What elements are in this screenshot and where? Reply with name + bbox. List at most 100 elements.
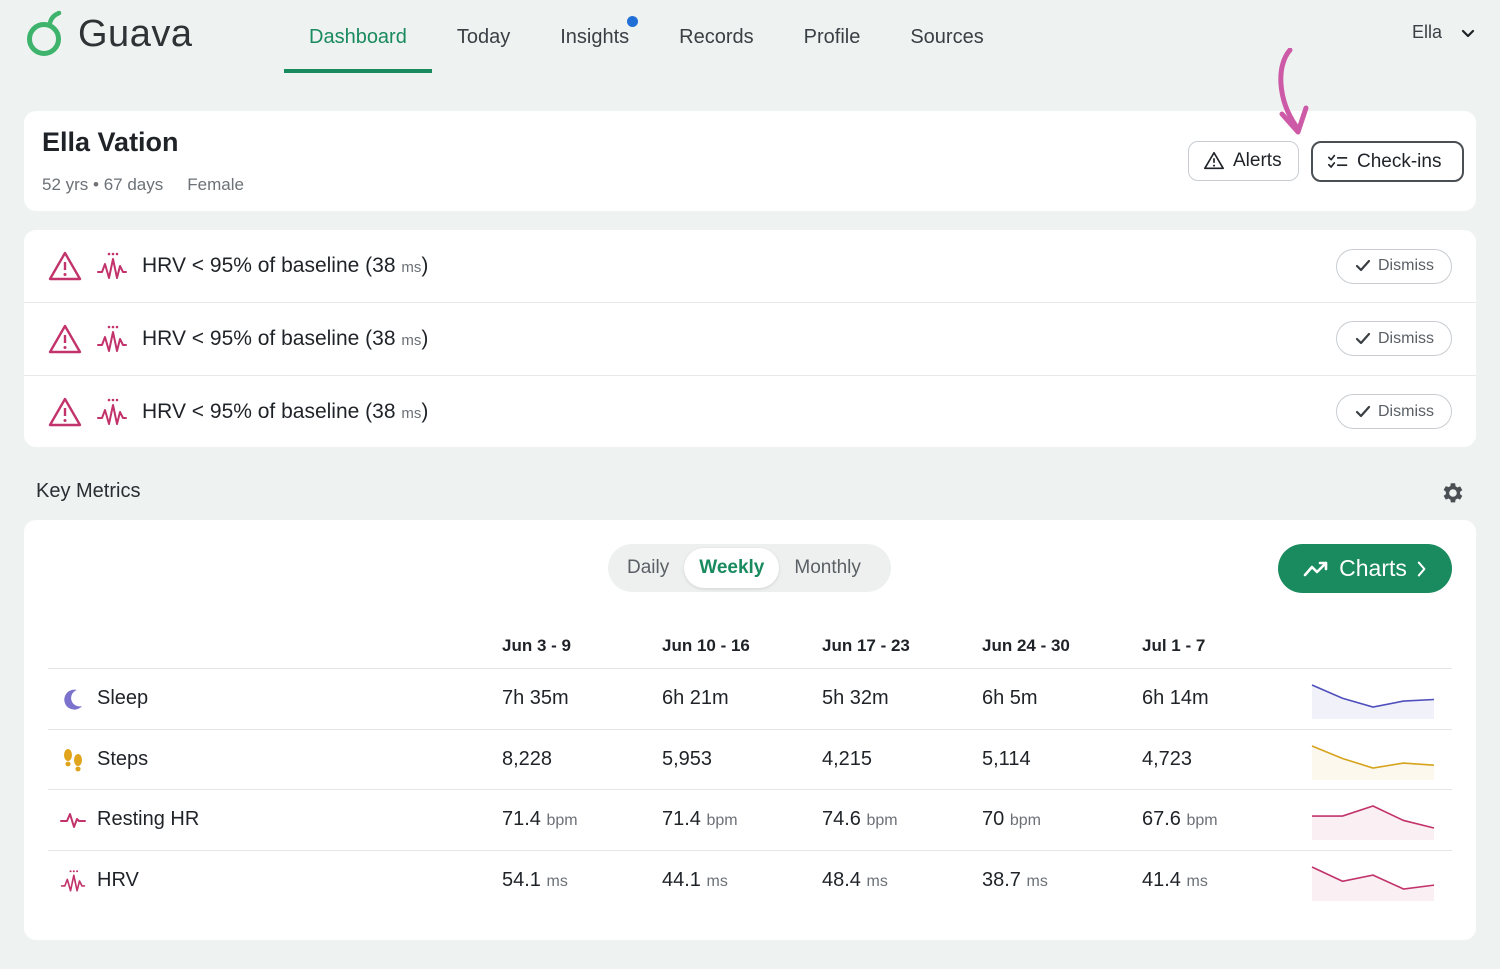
- metric-value: 4,723: [1142, 748, 1192, 771]
- checkmark-icon: [1355, 405, 1371, 417]
- value: 67.6: [1142, 808, 1181, 830]
- value: 6h 21m: [662, 687, 729, 709]
- metric-row-resting-hr[interactable]: Resting HR 71.4 bpm 71.4 bpm 74.6 bpm 70…: [48, 790, 1452, 850]
- metric-value: 5h 32m: [822, 687, 889, 710]
- value: 48.4: [822, 869, 861, 891]
- unit: ms: [546, 873, 568, 890]
- dismiss-label: Dismiss: [1378, 402, 1434, 420]
- unit: bpm: [1186, 812, 1218, 829]
- user-menu[interactable]: Ella: [1412, 22, 1476, 43]
- unit: bpm: [866, 812, 898, 829]
- value: 7h 35m: [502, 687, 569, 709]
- value: 4,723: [1142, 748, 1193, 770]
- nav-label: Dashboard: [309, 26, 407, 48]
- patient-profile-card: Ella Vation 52 yrs • 67 days Female Aler…: [24, 111, 1476, 211]
- warning-triangle-icon: [48, 324, 82, 353]
- value: 44.1: [662, 869, 701, 891]
- metric-value: 70 bpm: [982, 808, 1041, 831]
- metric-value: 38.7 ms: [982, 869, 1048, 892]
- metric-value: 71.4 bpm: [662, 808, 738, 831]
- alert-text-end: ): [421, 326, 429, 350]
- column-header: Jun 17 - 23: [822, 636, 910, 655]
- metric-value: 48.4 ms: [822, 869, 888, 892]
- app-logo[interactable]: Guava: [26, 10, 192, 58]
- period-daily[interactable]: Daily: [612, 548, 684, 588]
- alerts-list-card: HRV < 95% of baseline (38 ms) Dismiss HR…: [24, 230, 1476, 447]
- hrv-icon: [97, 325, 127, 352]
- unit: ms: [866, 873, 888, 890]
- metric-row-steps[interactable]: Steps 8,228 5,953 4,215 5,114 4,723: [48, 730, 1452, 790]
- nav-dashboard[interactable]: Dashboard: [284, 0, 432, 74]
- dismiss-button[interactable]: Dismiss: [1336, 394, 1452, 429]
- hrv-icon: [60, 870, 86, 892]
- guava-logo-icon: [27, 10, 62, 56]
- metric-value: 71.4 bpm: [502, 808, 578, 831]
- value: 54.1: [502, 869, 541, 891]
- check-ins-button[interactable]: Check-ins: [1311, 141, 1464, 182]
- nav-label: Records: [679, 26, 754, 48]
- alert-message: HRV < 95% of baseline (38 ms): [142, 254, 428, 278]
- charts-label: Charts: [1339, 555, 1407, 581]
- value: 38.7: [982, 869, 1021, 891]
- sparkline-sleep: [1311, 684, 1435, 719]
- metric-value: 7h 35m: [502, 687, 569, 710]
- patient-name: Ella Vation: [42, 127, 179, 157]
- metric-value: 44.1 ms: [662, 869, 728, 892]
- hrv-icon: [97, 252, 127, 279]
- annotation-arrow-icon: [1278, 48, 1309, 135]
- value: 71.4: [502, 808, 541, 830]
- column-header: Jun 10 - 16: [662, 636, 750, 655]
- period-monthly[interactable]: Monthly: [779, 548, 876, 588]
- nav-label: Sources: [910, 26, 984, 48]
- metric-value: 4,215: [822, 748, 872, 771]
- alerts-button[interactable]: Alerts: [1188, 141, 1299, 181]
- alert-row: HRV < 95% of baseline (38 ms) Dismiss: [24, 375, 1476, 447]
- value: 74.6: [822, 808, 861, 830]
- alert-text: HRV < 95% of baseline (38: [142, 399, 402, 423]
- metric-label: HRV: [97, 869, 139, 891]
- column-header: Jul 1 - 7: [1142, 636, 1206, 655]
- value: 71.4: [662, 808, 701, 830]
- app-name: Guava: [78, 13, 193, 55]
- moon-icon: [64, 689, 82, 710]
- value: 8,228: [502, 748, 553, 770]
- value: 4,215: [822, 748, 873, 770]
- unit: ms: [1186, 873, 1208, 890]
- notification-dot: [627, 16, 639, 27]
- nav-profile[interactable]: Profile: [779, 0, 886, 74]
- alert-text: HRV < 95% of baseline (38: [142, 326, 402, 350]
- alert-row: HRV < 95% of baseline (38 ms) Dismiss: [24, 230, 1476, 302]
- metric-row-sleep[interactable]: Sleep 7h 35m 6h 21m 5h 32m 6h 5m 6h 14m: [48, 669, 1452, 729]
- nav-sources[interactable]: Sources: [885, 0, 1008, 74]
- dismiss-button[interactable]: Dismiss: [1336, 321, 1452, 356]
- warning-triangle-icon: [48, 251, 82, 281]
- dismiss-label: Dismiss: [1378, 257, 1434, 274]
- value: 5h 32m: [822, 687, 889, 709]
- metric-value: 5,953: [662, 748, 712, 771]
- sparkline-hrv: [1311, 866, 1435, 901]
- unit: ms: [1026, 873, 1048, 890]
- nav-today[interactable]: Today: [432, 0, 535, 74]
- alert-unit: ms: [401, 404, 422, 422]
- metric-value: 6h 21m: [662, 687, 729, 710]
- trend-line-icon: [1303, 561, 1328, 576]
- nav-insights[interactable]: Insights: [535, 0, 654, 74]
- value: 70: [982, 808, 1005, 830]
- gear-icon[interactable]: [1439, 480, 1465, 506]
- patient-age: 52 yrs • 67 days: [42, 175, 164, 194]
- value: 5,114: [982, 748, 1031, 770]
- alert-text-end: ): [421, 254, 429, 277]
- patient-sex: Female: [187, 175, 244, 194]
- dismiss-button[interactable]: Dismiss: [1336, 248, 1452, 284]
- charts-button[interactable]: Charts: [1278, 544, 1452, 593]
- patient-meta: 52 yrs • 67 days Female: [42, 175, 244, 195]
- metric-value: 8,228: [502, 748, 552, 771]
- value: 6h 5m: [982, 687, 1038, 709]
- metric-row-hrv[interactable]: HRV 54.1 ms 44.1 ms 48.4 ms 38.7 ms 41.4…: [48, 851, 1452, 911]
- period-weekly[interactable]: Weekly: [684, 548, 780, 588]
- metric-value: 54.1 ms: [502, 869, 568, 892]
- value: 6h 14m: [1142, 687, 1209, 709]
- sparkline-area: [1312, 867, 1434, 901]
- nav-label: Insights: [560, 26, 630, 48]
- nav-records[interactable]: Records: [654, 0, 778, 74]
